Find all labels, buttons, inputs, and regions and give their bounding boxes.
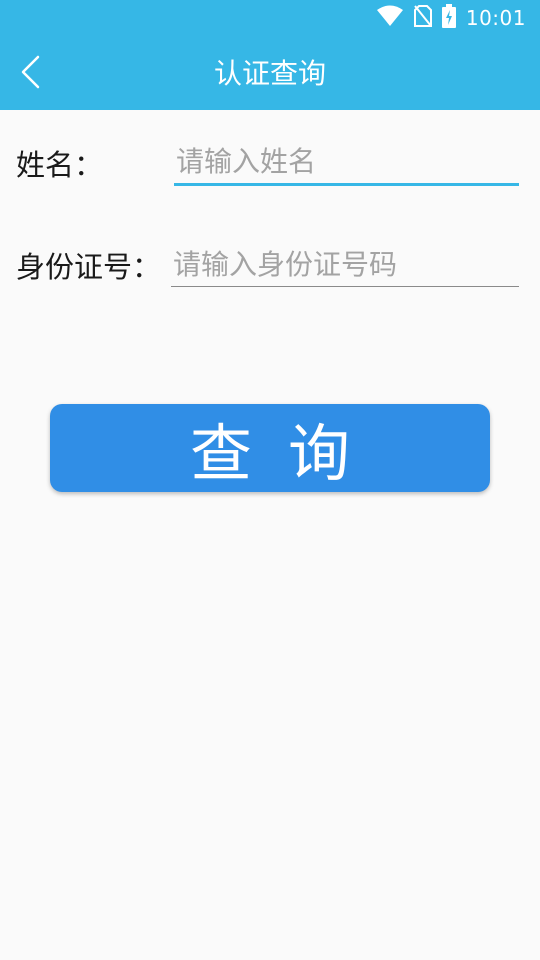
id-number-input-underline (171, 286, 519, 287)
wifi-icon (376, 5, 404, 31)
status-time: 10:01 (465, 6, 526, 30)
status-bar: 10:01 (0, 0, 540, 36)
query-button[interactable]: 查询 (50, 404, 490, 492)
no-sim-icon (413, 5, 432, 31)
id-number-input[interactable] (171, 243, 519, 285)
name-input[interactable] (174, 140, 519, 182)
battery-charging-icon (441, 4, 456, 32)
page-title: 认证查询 (213, 57, 326, 90)
id-number-label: 身份证号： (16, 250, 162, 284)
app-header: 10:01 认证查询 (0, 0, 540, 110)
name-label: 姓名： (16, 148, 104, 182)
name-input-underline (174, 183, 519, 186)
status-icons: 10:01 (376, 4, 526, 32)
